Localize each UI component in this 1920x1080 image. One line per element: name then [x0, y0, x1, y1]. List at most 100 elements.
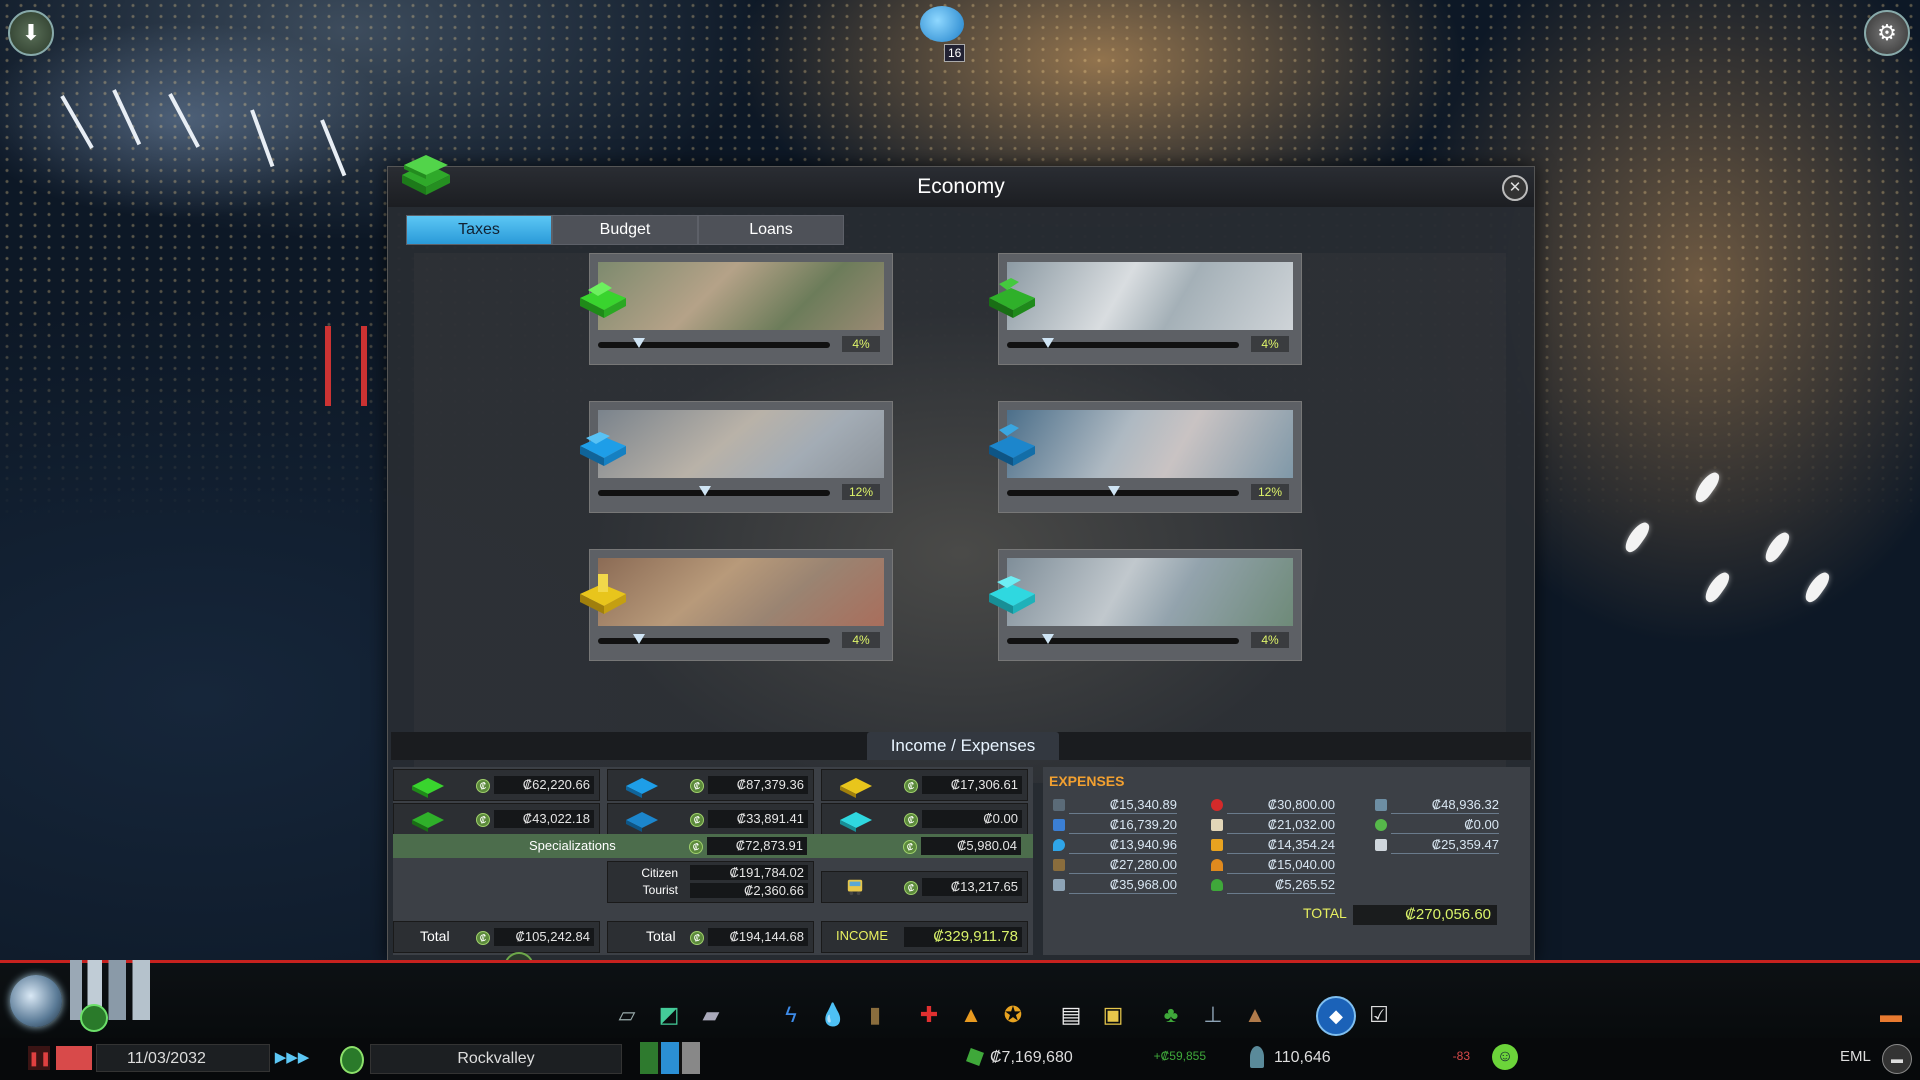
residential-high-icon — [989, 278, 1035, 318]
electricity-icon — [1053, 819, 1065, 831]
expense-value: ₡35,968.00 — [1069, 877, 1177, 894]
water-icon[interactable]: 💧 — [818, 1000, 848, 1030]
income-industrial: ₡ ₡17,306.61 — [821, 769, 1028, 801]
transport-icon[interactable]: ▣ — [1098, 1000, 1128, 1030]
parks-icon — [1211, 879, 1223, 891]
tax-card-residential-high: 4% — [989, 253, 1302, 365]
districts-icon[interactable]: ▰ — [696, 1000, 726, 1030]
industrial-icon — [840, 778, 872, 798]
residential-high-image — [1007, 262, 1293, 330]
slider-thumb[interactable] — [633, 338, 645, 348]
eml-button[interactable]: EML — [1840, 1048, 1871, 1065]
expense-value: ₡27,280.00 — [1069, 857, 1177, 874]
info-views-icon[interactable] — [340, 1046, 364, 1074]
income-expenses-title: Income / Expenses — [867, 732, 1059, 760]
tab-budget[interactable]: Budget — [552, 215, 698, 245]
commercial-low-image — [598, 410, 884, 478]
amount: ₡33,891.41 — [708, 810, 808, 828]
city-name-field[interactable]: Rockvalley — [370, 1044, 622, 1074]
tax-slider-commercial-low[interactable] — [598, 486, 830, 496]
expense-item: ₡15,040.00 — [1211, 857, 1341, 875]
income-residential-low: ₡ ₡62,220.66 — [393, 769, 600, 801]
expense-value: ₡15,340.89 — [1069, 797, 1177, 814]
tab-taxes[interactable]: Taxes — [406, 215, 552, 245]
expense-value: ₡16,739.20 — [1069, 817, 1177, 834]
fire-icon[interactable]: ▲ — [956, 1000, 986, 1030]
slider-thumb[interactable] — [1042, 634, 1054, 644]
commercial-low-icon — [626, 778, 658, 798]
harbor-crane — [325, 326, 367, 406]
income-expenses-header: Income / Expenses — [391, 732, 1531, 760]
speed-indicator[interactable] — [56, 1046, 92, 1070]
residential-total: Total ₡ ₡105,242.84 — [393, 921, 600, 953]
loans-icon — [1375, 839, 1387, 851]
expense-value: ₡48,936.32 — [1391, 797, 1499, 814]
wonders-icon[interactable]: ◆ — [1316, 996, 1356, 1036]
slider-thumb[interactable] — [699, 486, 711, 496]
coin-icon: ₡ — [904, 779, 918, 793]
monuments-icon[interactable]: ▲ — [1240, 1000, 1270, 1030]
total-label: Total — [646, 928, 676, 944]
expense-item: ₡16,739.20 — [1053, 817, 1183, 835]
education-icon[interactable]: ▤ — [1056, 1000, 1086, 1030]
slider-thumb[interactable] — [633, 634, 645, 644]
tax-value-office: 4% — [1251, 632, 1289, 648]
city-info-button[interactable] — [10, 975, 62, 1027]
expense-item: ₡5,265.52 — [1211, 877, 1341, 895]
tab-loans[interactable]: Loans — [698, 215, 844, 245]
amount: ₡2,360.66 — [690, 883, 808, 898]
commercial-high-icon — [626, 812, 658, 832]
amount: ₡72,873.91 — [707, 837, 807, 855]
milestones-icon[interactable] — [80, 1004, 108, 1032]
expense-item: ₡14,354.24 — [1211, 837, 1341, 855]
tax-value-residential-low: 4% — [842, 336, 880, 352]
panel-header[interactable]: Economy ✕ — [388, 155, 1534, 207]
healthcare-icon — [1211, 799, 1223, 811]
expense-item: ₡21,032.00 — [1211, 817, 1341, 835]
checklist-icon[interactable]: ☑ — [1364, 1000, 1394, 1030]
tax-value-industrial: 4% — [842, 632, 880, 648]
expenses-total-value: ₡270,056.60 — [1353, 905, 1497, 925]
amount: ₡0.00 — [922, 810, 1022, 828]
income-citizen-tourist: Citizen ₡191,784.02 Tourist ₡2,360.66 — [607, 861, 814, 903]
parks-icon[interactable]: ♣ — [1156, 1000, 1186, 1030]
population-change: -83 — [1452, 1049, 1470, 1063]
garbage-icon[interactable]: ▮ — [860, 1000, 890, 1030]
residential-low-image — [598, 262, 884, 330]
income-public-transport: ₡ ₡13,217.65 — [821, 871, 1028, 903]
radio-icon[interactable]: ▬ — [1882, 1044, 1912, 1074]
police-icon[interactable]: ✪ — [998, 1000, 1028, 1030]
amount: ₡43,022.18 — [494, 810, 594, 828]
electricity-icon[interactable]: ϟ — [776, 1000, 806, 1030]
happiness-icon[interactable]: ☺ — [1492, 1044, 1518, 1070]
tax-slider-commercial-high[interactable] — [1007, 486, 1239, 496]
tax-slider-office[interactable] — [1007, 634, 1239, 644]
office-icon — [840, 812, 872, 832]
expense-item: ₡15,340.89 — [1053, 797, 1183, 815]
economy-panel: Economy ✕ Taxes Budget Loans 4% 4% 12% 1… — [387, 155, 1535, 962]
close-button[interactable]: ✕ — [1502, 175, 1528, 201]
amount: ₡13,217.65 — [922, 878, 1022, 896]
unlock-milestones-button[interactable]: ⬇ — [8, 10, 54, 56]
tax-slider-residential-high[interactable] — [1007, 338, 1239, 348]
income-residential-high: ₡ ₡43,022.18 — [393, 803, 600, 835]
tax-slider-residential-low[interactable] — [598, 338, 830, 348]
expense-value: ₡25,359.47 — [1391, 837, 1499, 854]
tax-slider-industrial[interactable] — [598, 634, 830, 644]
monument-icon — [1053, 879, 1065, 891]
tax-card-commercial-low: 12% — [580, 401, 893, 513]
gear-icon[interactable]: ⚙ — [1864, 10, 1910, 56]
pause-button[interactable]: ❚❚ — [28, 1046, 51, 1070]
zoning-icon[interactable]: ◩ — [654, 1000, 684, 1030]
roads-icon[interactable]: ▱ — [612, 1000, 642, 1030]
slider-thumb[interactable] — [1108, 486, 1120, 496]
specializations-row: Specializations ₡ ₡72,873.91 ₡ ₡5,980.04 — [393, 834, 1033, 858]
slider-thumb[interactable] — [1042, 338, 1054, 348]
unique-buildings-icon[interactable]: ⊥ — [1198, 1000, 1228, 1030]
coin-icon: ₡ — [904, 881, 918, 895]
bus-icon — [847, 879, 863, 896]
chirper-bird-icon[interactable] — [920, 6, 964, 42]
fast-forward-button[interactable]: ▶▶▶ — [274, 1044, 310, 1072]
bulldozer-icon[interactable]: ▬ — [1876, 1000, 1906, 1030]
healthcare-icon[interactable]: ✚ — [914, 1000, 944, 1030]
